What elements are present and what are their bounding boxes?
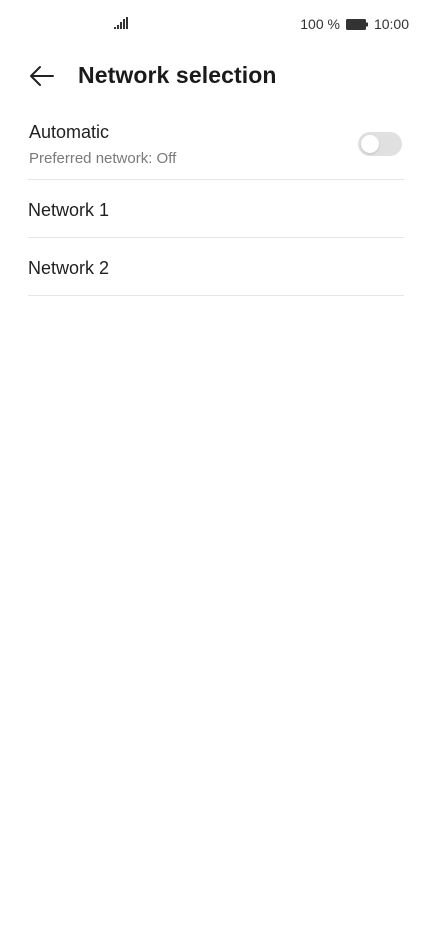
network-row-2[interactable]: Network 2 [28, 238, 404, 296]
network-label: Network 1 [28, 200, 110, 220]
battery-full-icon [345, 18, 368, 30]
automatic-toggle[interactable] [358, 132, 402, 156]
arrow-left-icon [30, 66, 54, 86]
automatic-row[interactable]: Automatic Preferred network: Off [28, 112, 404, 180]
signal-bars-icon [114, 17, 128, 29]
toggle-knob [361, 135, 379, 153]
page-title: Network selection [78, 62, 277, 88]
back-button[interactable] [26, 60, 58, 92]
network-label: Network 2 [28, 258, 110, 278]
network-selection-list: Automatic Preferred network: Off Network… [28, 112, 404, 296]
automatic-subtitle: Preferred network: Off [29, 150, 177, 167]
automatic-title: Automatic [29, 122, 110, 142]
status-bar: 100 % 10:00 [0, 0, 433, 50]
network-row-1[interactable]: Network 1 [28, 180, 404, 238]
app-bar: Network selection [0, 50, 433, 102]
battery-percentage: 100 % [300, 16, 340, 32]
status-right: 100 % 10:00 [300, 16, 409, 32]
clock: 10:00 [373, 16, 409, 32]
